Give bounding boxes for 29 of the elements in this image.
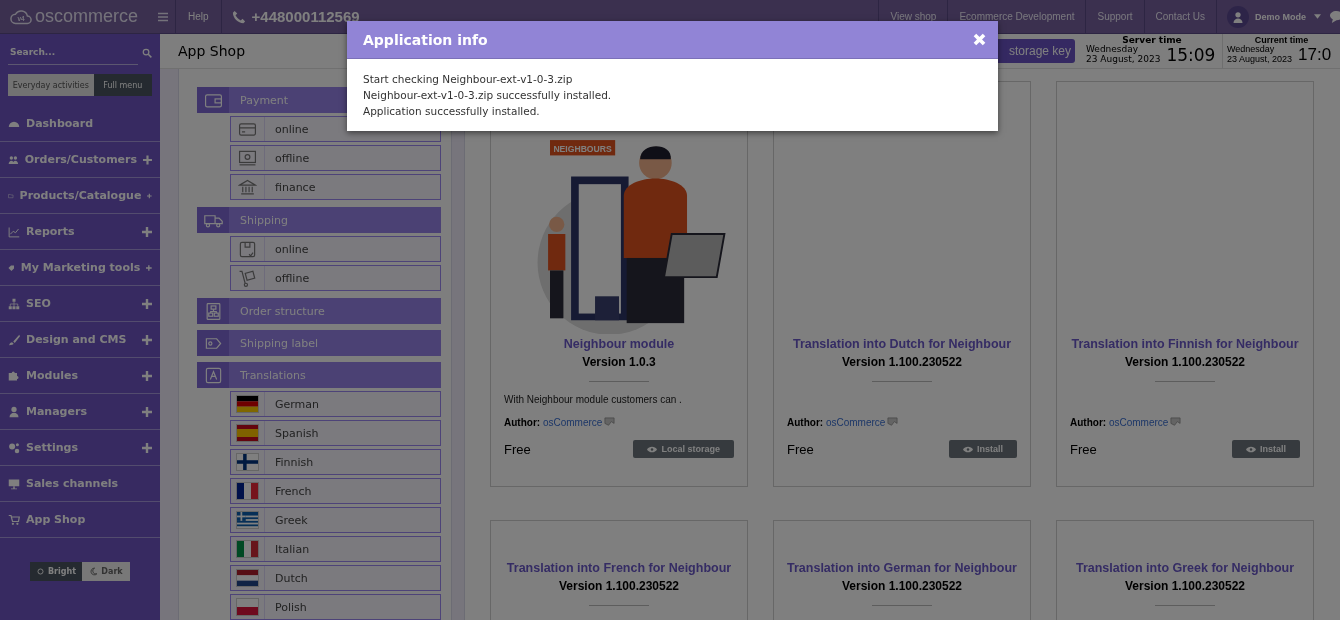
page-title: App Shop — [177, 42, 245, 61]
author-line: Author: osCommerce — [1070, 417, 1169, 428]
clock-date: 23 August, 2023 — [1227, 55, 1293, 65]
app-version: Version 1.100.230522 — [557, 579, 681, 593]
app-price: Free — [1070, 441, 1097, 457]
clock-time: 17:0 — [1298, 45, 1332, 65]
app-version: Version 1.100.230522 — [1123, 579, 1247, 593]
phone-number: +448000112569 — [251, 8, 360, 25]
dialog-title: Application info — [363, 31, 488, 48]
clock-day: Wednesday — [1227, 45, 1293, 55]
app-description: With Neighbour module customers can . — [504, 393, 682, 405]
app-version: Version 1.100.230522 — [1123, 355, 1247, 369]
clock-label: Current time — [1253, 35, 1310, 45]
author-line: Author: osCommerce — [504, 417, 603, 428]
app-version: Version 1.100.230522 — [840, 355, 964, 369]
app-price: Free — [787, 441, 814, 457]
dialog-message: Neighbour-ext-v1-0-3.zip successfully installed. — [363, 88, 613, 103]
app-price: Free — [504, 441, 531, 457]
author-line: Author: osCommerce — [787, 417, 886, 428]
clock-day: Wednesday — [1086, 45, 1161, 55]
logo-text: oscommerce — [35, 6, 139, 27]
dialog-message: Start checking Neighbour-ext-v1-0-3.zip — [363, 72, 574, 87]
dialog-message: Application successfully installed. — [363, 104, 541, 119]
clock-date: 23 August, 2023 — [1086, 55, 1161, 65]
app-version: Version 1.0.3 — [581, 355, 657, 369]
app-version: Version 1.100.230522 — [840, 579, 964, 593]
clock-label: Server time — [1121, 35, 1183, 45]
people-at-door-drawing: NEIGHBOURS — [504, 134, 734, 334]
clock-time: 15:09 — [1166, 45, 1216, 65]
